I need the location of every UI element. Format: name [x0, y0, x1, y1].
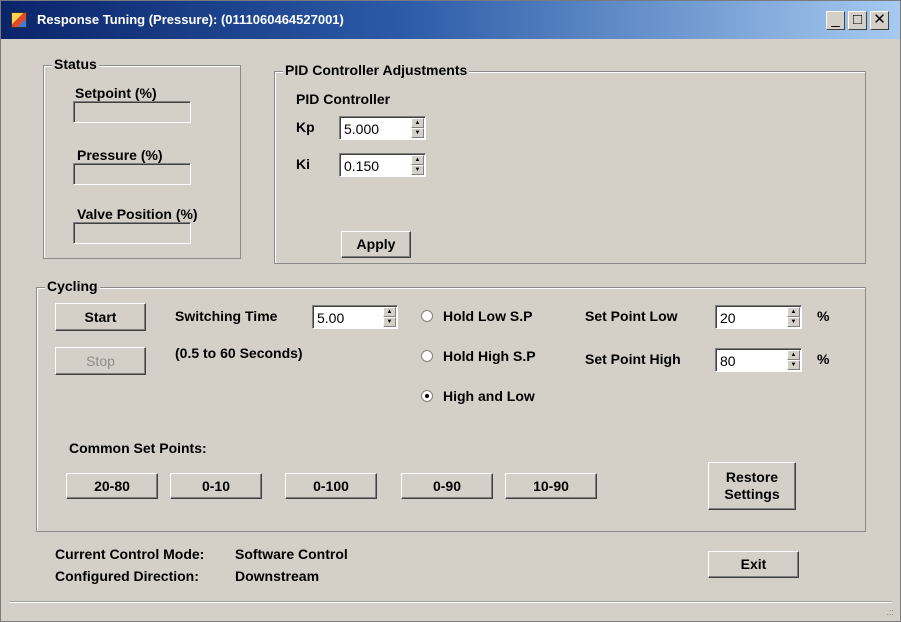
set-point-high-down-arrow[interactable]: ▼: [787, 360, 800, 370]
set-point-low-down-arrow[interactable]: ▼: [787, 317, 800, 327]
radio-high-and-low-circle[interactable]: [421, 390, 433, 402]
setpoint-field: [73, 101, 191, 123]
pressure-label: Pressure (%): [77, 147, 163, 163]
response-tuning-window: Response Tuning (Pressure): (01110604645…: [0, 0, 901, 622]
ki-stepper[interactable]: 0.150 ▲ ▼: [339, 153, 426, 177]
preset-0-10-button[interactable]: 0-10: [170, 473, 262, 499]
ki-down-arrow[interactable]: ▼: [411, 165, 424, 175]
set-point-high-stepper[interactable]: 80 ▲ ▼: [715, 348, 802, 372]
pid-group-title: PID Controller Adjustments: [283, 62, 470, 78]
status-group-title: Status: [52, 56, 99, 72]
maximize-button[interactable]: □: [848, 11, 867, 30]
set-point-low-label: Set Point Low: [585, 308, 678, 324]
exit-button[interactable]: Exit: [708, 551, 799, 578]
kp-up-arrow[interactable]: ▲: [411, 118, 424, 128]
radio-hold-high-circle[interactable]: [421, 350, 433, 362]
radio-hold-high[interactable]: Hold High S.P: [421, 348, 536, 364]
cycling-group-title: Cycling: [45, 278, 100, 294]
title-bar[interactable]: Response Tuning (Pressure): (01110604645…: [1, 1, 900, 39]
start-button[interactable]: Start: [55, 303, 146, 331]
set-point-high-value: 80: [720, 353, 736, 369]
pid-controller-label: PID Controller: [296, 91, 391, 107]
radio-high-and-low[interactable]: High and Low: [421, 388, 535, 404]
radio-high-and-low-label: High and Low: [443, 388, 535, 404]
kp-label: Kp: [296, 119, 315, 135]
set-point-low-stepper[interactable]: 20 ▲ ▼: [715, 305, 802, 329]
resize-grip-icon[interactable]: .::: [886, 607, 894, 617]
restore-settings-label-1: Restore: [725, 469, 779, 485]
control-mode-label: Current Control Mode:: [55, 546, 205, 562]
radio-hold-low[interactable]: Hold Low S.P: [421, 308, 532, 324]
switching-time-down-arrow[interactable]: ▼: [383, 317, 396, 327]
set-point-high-up-arrow[interactable]: ▲: [787, 350, 800, 360]
preset-20-80-button[interactable]: 20-80: [66, 473, 158, 499]
radio-hold-low-label: Hold Low S.P: [443, 308, 533, 324]
switching-time-value: 5.00: [317, 310, 345, 326]
set-point-low-value: 20: [720, 310, 736, 326]
ki-label: Ki: [296, 156, 310, 172]
restore-settings-button[interactable]: Restore Settings: [708, 462, 796, 510]
radio-hold-low-circle[interactable]: [421, 310, 433, 322]
stop-button[interactable]: Stop: [55, 347, 146, 375]
preset-0-100-button[interactable]: 0-100: [285, 473, 377, 499]
ki-up-arrow[interactable]: ▲: [411, 155, 424, 165]
app-icon: [11, 12, 27, 28]
set-point-low-unit: %: [817, 308, 830, 324]
restore-settings-label-2: Settings: [724, 486, 780, 502]
control-mode-value: Software Control: [235, 546, 348, 562]
apply-button[interactable]: Apply: [341, 231, 411, 258]
ki-value: 0.150: [344, 158, 380, 174]
common-set-points-label: Common Set Points:: [69, 440, 207, 456]
status-separator: [9, 601, 892, 603]
pressure-field: [73, 163, 191, 185]
switching-time-stepper[interactable]: 5.00 ▲ ▼: [312, 305, 398, 329]
close-button[interactable]: ✕: [870, 11, 889, 30]
kp-down-arrow[interactable]: ▼: [411, 128, 424, 138]
kp-value: 5.000: [344, 121, 380, 137]
switching-time-label: Switching Time: [175, 308, 278, 324]
valve-position-label: Valve Position (%): [77, 206, 198, 222]
switching-range-label: (0.5 to 60 Seconds): [175, 345, 303, 361]
window-title: Response Tuning (Pressure): (01110604645…: [37, 12, 344, 27]
valve-position-field: [73, 222, 191, 244]
direction-label: Configured Direction:: [55, 568, 199, 584]
set-point-high-label: Set Point High: [585, 351, 681, 367]
preset-10-90-button[interactable]: 10-90: [505, 473, 597, 499]
setpoint-label: Setpoint (%): [75, 85, 157, 101]
kp-stepper[interactable]: 5.000 ▲ ▼: [339, 116, 426, 140]
switching-time-up-arrow[interactable]: ▲: [383, 307, 396, 317]
radio-hold-high-label: Hold High S.P: [443, 348, 536, 364]
minimize-button[interactable]: _: [826, 11, 845, 30]
set-point-low-up-arrow[interactable]: ▲: [787, 307, 800, 317]
direction-value: Downstream: [235, 568, 320, 584]
set-point-high-unit: %: [817, 351, 830, 367]
preset-0-90-button[interactable]: 0-90: [401, 473, 493, 499]
